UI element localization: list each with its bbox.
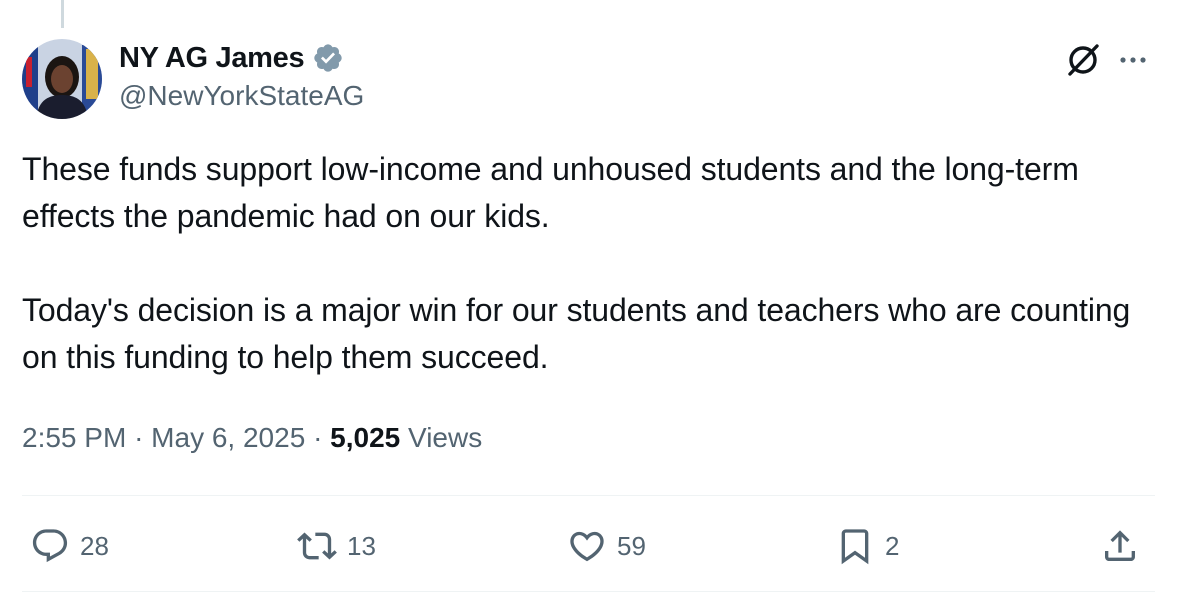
meta-separator: · [313, 422, 323, 453]
reply-button[interactable]: 28 [30, 524, 109, 568]
divider [22, 591, 1155, 592]
grok-icon[interactable] [1064, 41, 1102, 79]
views-count: 5,025 [330, 422, 401, 453]
avatar[interactable] [22, 39, 102, 119]
reply-count: 28 [80, 530, 109, 561]
share-icon [1105, 530, 1135, 561]
author-handle[interactable]: @NewYorkStateAG [119, 80, 364, 112]
tweet-paragraph: Today's decision is a major win for our … [22, 292, 1131, 375]
repost-icon [297, 532, 337, 560]
tweet-paragraph: These funds support low-income and unhou… [22, 151, 1079, 234]
reply-icon [32, 529, 68, 563]
thread-connector-line [61, 0, 64, 28]
author-display-name[interactable]: NY AG James [119, 42, 305, 75]
verified-badge-icon[interactable] [312, 42, 344, 74]
repost-button[interactable]: 13 [297, 524, 376, 568]
tweet-date[interactable]: May 6, 2025 [151, 422, 305, 453]
divider [22, 495, 1155, 496]
bookmark-button[interactable]: 2 [835, 524, 899, 568]
heart-icon [570, 531, 604, 562]
author-name-row: NY AG James [119, 40, 344, 76]
like-button[interactable]: 59 [567, 524, 646, 568]
tweet-text: These funds support low-income and unhou… [22, 146, 1162, 381]
views-label: Views [408, 422, 483, 453]
repost-count: 13 [347, 530, 376, 561]
bookmark-count: 2 [885, 530, 900, 561]
tweet-time[interactable]: 2:55 PM [22, 422, 126, 453]
tweet-metadata: 2:55 PM · May 6, 2025 · 5,025 Views [22, 422, 482, 454]
share-button[interactable] [1100, 524, 1140, 568]
bookmark-icon [841, 529, 869, 565]
like-count: 59 [617, 530, 646, 561]
more-options-icon[interactable] [1114, 45, 1152, 75]
meta-separator: · [134, 422, 144, 453]
